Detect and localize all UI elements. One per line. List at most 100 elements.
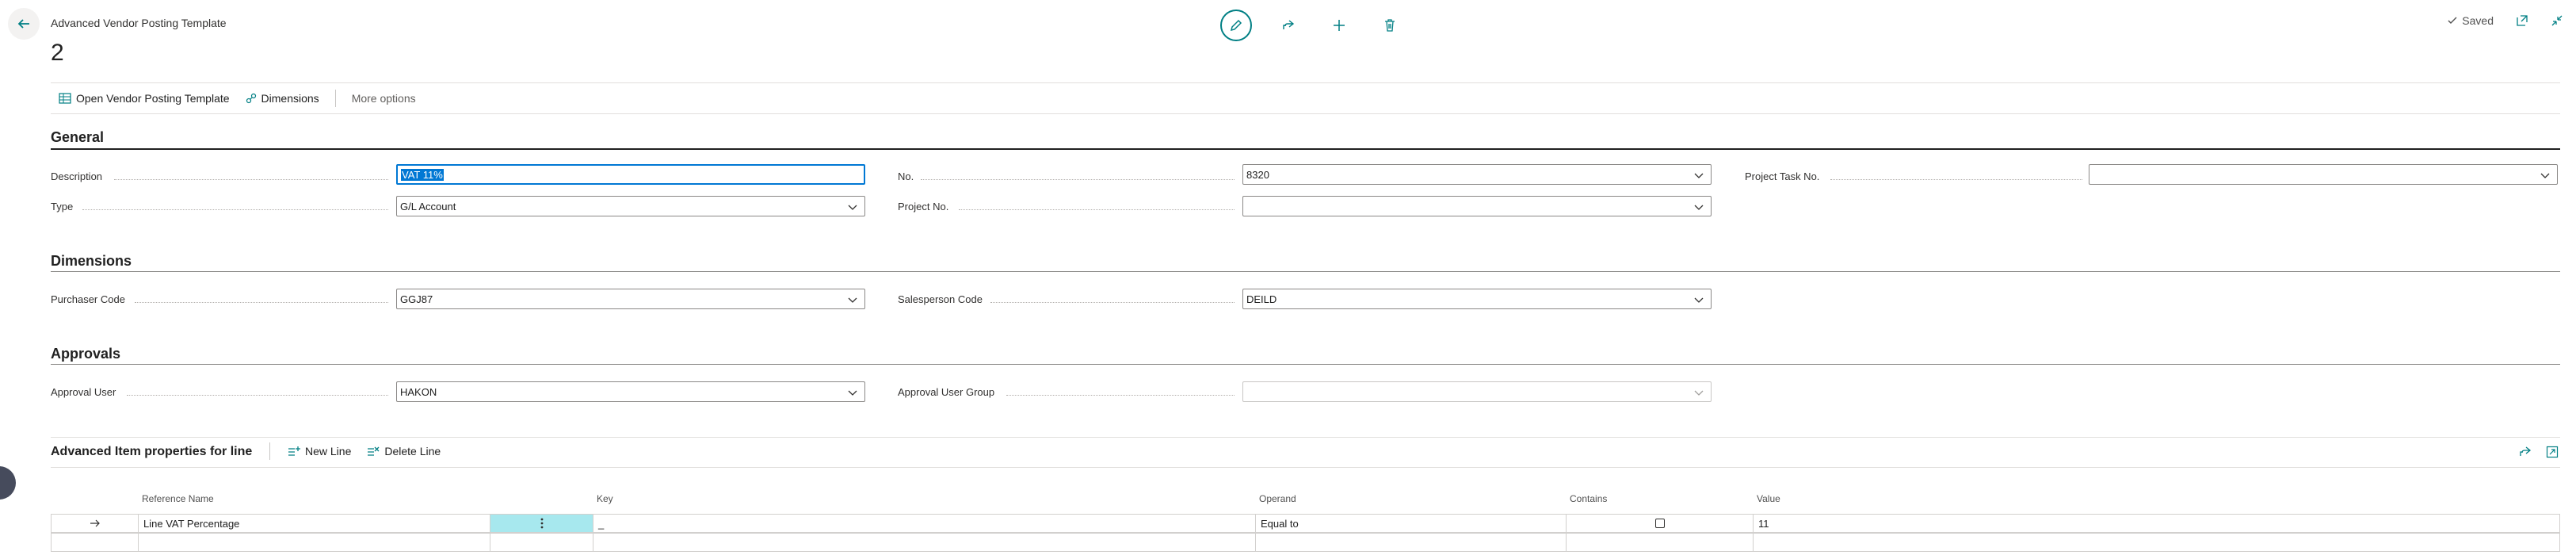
- floating-assist-button[interactable]: [0, 466, 16, 500]
- reference-name-cell-empty[interactable]: [138, 534, 490, 551]
- expand-part-button[interactable]: [2546, 446, 2559, 458]
- col-header-value[interactable]: Value: [1757, 493, 1780, 504]
- dimensions-action[interactable]: Dimensions: [238, 92, 327, 105]
- dimensions-label: Dimensions: [261, 92, 319, 105]
- chevron-down-icon: [848, 297, 857, 303]
- collapse-button[interactable]: [2551, 14, 2563, 27]
- description-leader: [114, 179, 388, 180]
- type-select[interactable]: G/L Account: [396, 196, 865, 216]
- lines-part-actions: New Line Delete Line: [269, 442, 448, 460]
- chevron-down-icon: [1694, 390, 1704, 396]
- plus-icon: [1334, 20, 1345, 31]
- purchaser-code-leader: [135, 302, 388, 303]
- no-select[interactable]: 8320: [1242, 164, 1712, 185]
- reference-name-cell[interactable]: Line VAT Percentage: [138, 515, 490, 532]
- more-vertical-icon: [540, 518, 543, 529]
- approval-user-leader: [127, 395, 388, 396]
- description-label: Description: [51, 170, 103, 182]
- col-header-key[interactable]: Key: [597, 493, 613, 504]
- approvals-section-title: Approvals: [51, 346, 121, 362]
- project-task-no-leader: [1830, 179, 2082, 180]
- dimensions-section-title: Dimensions: [51, 253, 132, 269]
- top-toolbar: [1220, 10, 1404, 41]
- type-label: Type: [51, 200, 74, 212]
- lines-action-separator: [269, 442, 270, 460]
- new-button[interactable]: [1325, 11, 1353, 40]
- project-task-no-label: Project Task No.: [1745, 170, 1820, 182]
- page-caption: Advanced Vendor Posting Template: [51, 17, 227, 29]
- approval-user-group-select[interactable]: [1242, 381, 1712, 402]
- status-area: Saved: [2448, 14, 2563, 27]
- approval-user-group-label: Approval User Group: [898, 385, 995, 398]
- share-icon: [1283, 20, 1295, 29]
- project-task-no-select[interactable]: [2089, 164, 2558, 185]
- delete-line-label: Delete Line: [384, 445, 441, 458]
- delete-line-action[interactable]: Delete Line: [359, 445, 448, 458]
- open-vendor-posting-template-action[interactable]: Open Vendor Posting Template: [51, 92, 238, 105]
- no-value: 8320: [1246, 168, 1269, 181]
- value-cell-empty[interactable]: [1753, 534, 2559, 551]
- general-section-divider: [51, 148, 2560, 150]
- key-cell[interactable]: _: [593, 515, 1255, 532]
- description-field[interactable]: VAT 11%: [396, 164, 865, 185]
- chevron-down-icon: [848, 390, 857, 396]
- description-value: VAT 11%: [401, 168, 444, 181]
- dimensions-section-divider: [51, 271, 2560, 272]
- col-header-contains[interactable]: Contains: [1570, 493, 1607, 504]
- dimensions-icon: [246, 93, 256, 104]
- no-label: No.: [898, 170, 914, 182]
- purchaser-code-value: GGJ87: [400, 293, 433, 305]
- salesperson-code-value: DEILD: [1246, 293, 1277, 305]
- chevron-down-icon: [848, 205, 857, 210]
- operand-cell[interactable]: Equal to: [1255, 515, 1566, 532]
- new-line-action[interactable]: New Line: [280, 445, 359, 458]
- delete-button[interactable]: [1376, 11, 1404, 40]
- chevron-down-icon: [1694, 205, 1704, 210]
- chevron-down-icon: [2540, 173, 2550, 178]
- lines-part-top-divider: [51, 437, 2560, 438]
- row-actions-cell-empty[interactable]: [490, 534, 593, 551]
- open-new-window-button[interactable]: [2516, 14, 2528, 27]
- delete-line-icon: [368, 446, 380, 456]
- trash-icon: [1385, 19, 1395, 32]
- type-value: G/L Account: [400, 200, 456, 212]
- edit-button[interactable]: [1220, 10, 1252, 41]
- salesperson-code-leader: [990, 302, 1235, 303]
- action-separator: [334, 90, 336, 107]
- pencil-icon: [1230, 19, 1242, 32]
- col-header-operand[interactable]: Operand: [1259, 493, 1296, 504]
- col-header-reference-name[interactable]: Reference Name: [142, 493, 214, 504]
- arrow-left-icon: [17, 19, 29, 29]
- lines-part-bottom-divider: [51, 467, 2560, 468]
- row-indicator-cell: [52, 515, 138, 532]
- new-line-icon: [288, 446, 300, 456]
- chevron-down-icon: [1694, 297, 1704, 303]
- approval-user-value: HAKON: [400, 385, 437, 398]
- share-part-button[interactable]: [2519, 446, 2532, 458]
- collapse-icon: [2551, 15, 2563, 26]
- checkmark-icon: [2448, 17, 2457, 24]
- project-no-select[interactable]: [1242, 196, 1712, 216]
- general-section-title: General: [51, 129, 105, 145]
- saved-label: Saved: [2462, 14, 2494, 27]
- salesperson-code-label: Salesperson Code: [898, 293, 983, 305]
- saved-indicator: Saved: [2448, 14, 2494, 27]
- back-button[interactable]: [8, 8, 40, 40]
- operand-cell-empty[interactable]: [1255, 534, 1566, 551]
- table-row-empty[interactable]: [51, 533, 2560, 552]
- value-cell[interactable]: 11: [1753, 515, 2559, 532]
- row-actions-cell[interactable]: [490, 515, 593, 532]
- contains-cell-empty[interactable]: [1566, 534, 1753, 551]
- more-options-action[interactable]: More options: [344, 92, 424, 105]
- key-cell-empty[interactable]: [593, 534, 1255, 551]
- expand-icon: [2546, 446, 2559, 458]
- salesperson-code-select[interactable]: DEILD: [1242, 289, 1712, 309]
- open-vendor-posting-template-label: Open Vendor Posting Template: [76, 92, 230, 105]
- table-row[interactable]: Line VAT Percentage _ Equal to 11: [51, 514, 2560, 533]
- contains-cell: [1566, 515, 1753, 532]
- approval-user-select[interactable]: HAKON: [396, 381, 865, 402]
- contains-checkbox[interactable]: [1654, 519, 1665, 528]
- approval-user-label: Approval User: [51, 385, 116, 398]
- purchaser-code-select[interactable]: GGJ87: [396, 289, 865, 309]
- share-button[interactable]: [1274, 11, 1303, 40]
